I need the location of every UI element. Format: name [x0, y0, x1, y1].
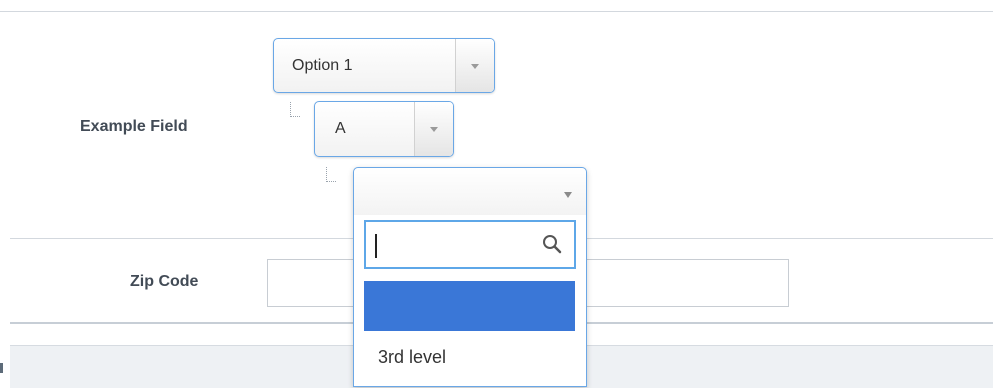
- chevron-down-icon: [471, 63, 479, 69]
- top-divider: [0, 11, 993, 12]
- level3-search-input[interactable]: [372, 228, 536, 263]
- level3-option-highlighted[interactable]: [364, 281, 575, 331]
- level2-dropdown-toggle[interactable]: [414, 102, 453, 156]
- level1-dropdown-toggle[interactable]: [455, 39, 494, 92]
- level3-select-header[interactable]: [354, 168, 586, 215]
- level3-option-3rd-level[interactable]: 3rd level: [364, 333, 575, 381]
- tree-connector-icon: [290, 102, 300, 117]
- level1-selected-value: Option 1: [292, 56, 353, 74]
- footer-edge-marker: [0, 363, 3, 373]
- tree-connector-icon: [326, 167, 336, 182]
- example-field-level2-select[interactable]: A: [314, 101, 454, 157]
- example-field-level3-select[interactable]: 3rd level: [353, 167, 587, 387]
- example-field-label: Example Field: [80, 118, 188, 135]
- level3-search-box[interactable]: [364, 220, 576, 269]
- chevron-down-icon: [430, 127, 438, 132]
- level2-selected-value: A: [335, 120, 346, 137]
- chevron-down-icon: [564, 192, 572, 198]
- zip-code-label: Zip Code: [130, 273, 199, 290]
- search-icon: [543, 235, 562, 254]
- example-field-level1-select[interactable]: Option 1: [273, 38, 495, 93]
